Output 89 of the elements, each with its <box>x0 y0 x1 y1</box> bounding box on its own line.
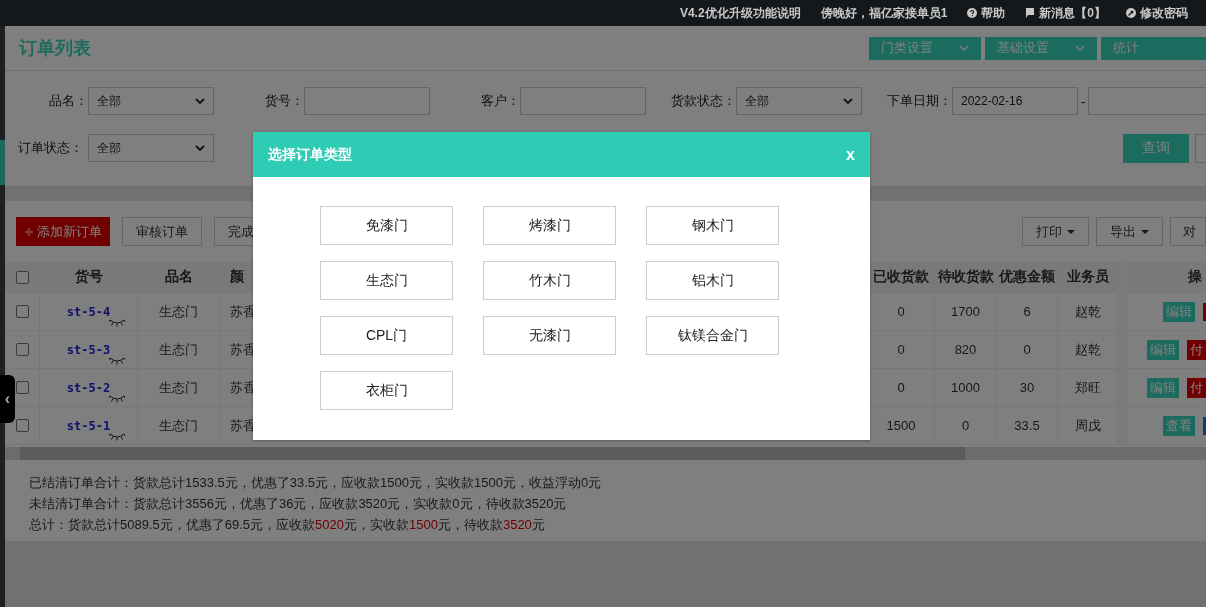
column-header: 业务员 <box>1058 262 1118 292</box>
table-cell: 1700 <box>935 293 997 330</box>
action-button[interactable]: 付 <box>1187 339 1206 360</box>
filter-label: 货号： <box>264 92 304 110</box>
action-button[interactable] <box>1203 302 1206 321</box>
order-link[interactable]: st-5-3 <box>66 342 111 357</box>
table-cell: 赵乾 <box>1058 293 1118 330</box>
table-cell: 1000 <box>935 369 997 406</box>
table-cell: 赵乾 <box>1058 331 1118 368</box>
input-field[interactable] <box>304 87 430 115</box>
table-cell: 30 <box>997 369 1058 406</box>
order-type-button[interactable]: CPL门 <box>320 316 453 355</box>
action-button[interactable] <box>1203 416 1206 435</box>
column-header: 优惠金额 <box>997 262 1058 292</box>
date-field[interactable] <box>1088 87 1206 115</box>
table-cell: 820 <box>935 331 997 368</box>
column-header: 品名 <box>138 262 220 292</box>
top-bar-link[interactable]: V4.2优化升级功能说明 <box>679 4 801 22</box>
closed-eye-icon <box>109 319 125 327</box>
checkbox[interactable] <box>15 381 29 394</box>
order-type-button[interactable]: 铝木门 <box>646 261 779 300</box>
order-type-button[interactable]: 钛镁合金门 <box>646 316 779 355</box>
summary-text: 已结清订单合计：货款总计1533.5元，优惠了33.5元，应收款1500元，实收款1500元，收益浮动0元 <box>29 474 603 492</box>
checkbox[interactable] <box>15 343 29 356</box>
select-field[interactable]: 全部 <box>88 134 214 162</box>
select-field[interactable]: 全部 <box>88 87 214 115</box>
chevron-icon <box>195 145 205 151</box>
order-type-button[interactable]: 无漆门 <box>483 316 616 355</box>
filter-label: 品名： <box>48 92 88 110</box>
order-type-button[interactable]: 钢木门 <box>646 206 779 245</box>
toolbar-button[interactable]: 对 <box>1170 217 1206 246</box>
help-icon <box>967 8 978 18</box>
toolbar-button[interactable]: 添加新订单 <box>16 217 110 246</box>
button[interactable] <box>1195 133 1206 163</box>
order-type-button[interactable]: 竹木门 <box>483 261 616 300</box>
order-link[interactable]: st-5-1 <box>66 418 111 433</box>
closed-eye-icon <box>109 433 125 441</box>
top-bar-link[interactable]: 新消息【0】 <box>1025 4 1106 22</box>
order-type-button[interactable]: 免漆门 <box>320 206 453 245</box>
table-cell: 周戊 <box>1058 407 1118 444</box>
top-bar-link[interactable]: 帮助 <box>967 4 1006 22</box>
scrollbar[interactable] <box>5 447 1206 460</box>
modal-title: 选择订单类型 <box>268 145 352 164</box>
filter-label: 下单日期： <box>886 92 952 110</box>
column-header: 操 <box>1118 262 1206 292</box>
date-separator: - <box>1081 93 1086 109</box>
toolbar-button[interactable]: 导出 <box>1096 217 1163 246</box>
chevron-icon <box>195 98 205 104</box>
plus-icon <box>24 226 34 237</box>
select-field[interactable]: 全部 <box>736 87 862 115</box>
order-link[interactable]: st-5-4 <box>66 304 111 319</box>
input-field[interactable] <box>520 87 646 115</box>
summary-text: 总计：货款总计5089.5元，优惠了69.5元，应收款5020元，实收款1500元，待收款3520元 <box>29 516 546 534</box>
checkbox[interactable] <box>15 419 29 432</box>
toolbar-button[interactable]: 打印 <box>1022 217 1089 246</box>
order-link[interactable]: st-5-2 <box>66 380 111 395</box>
table-cell: 生态门 <box>138 331 220 368</box>
key-icon <box>1126 8 1136 18</box>
closed-eye-icon <box>109 395 125 403</box>
filter-label: 客户： <box>480 92 520 110</box>
filter-label: 货款状态： <box>670 92 736 110</box>
sidebar-toggle[interactable]: ‹ <box>0 375 15 423</box>
top-bar-link[interactable]: 傍晚好，福亿家接单员1 <box>820 4 948 22</box>
top-bar-link[interactable]: 修改密码 <box>1126 4 1188 22</box>
table-cell: 生态门 <box>138 407 220 444</box>
table-cell: 0 <box>935 407 997 444</box>
checkbox[interactable] <box>15 305 29 318</box>
summary-text: 未结清订单合计：货款总计3556元，优惠了36元，应收款3520元，实收款0元，待收款3520元 <box>29 495 568 513</box>
table-cell: 6 <box>997 293 1058 330</box>
table-cell: 生态门 <box>138 293 220 330</box>
toolbar-button[interactable]: 审核订单 <box>122 217 202 246</box>
checkbox[interactable] <box>15 270 29 284</box>
chevron-icon <box>843 98 853 104</box>
order-type-button[interactable]: 烤漆门 <box>483 206 616 245</box>
closed-eye-icon <box>109 357 125 365</box>
column-header: 货号 <box>40 262 138 292</box>
table-cell: 郑旺 <box>1058 369 1118 406</box>
order-type-button[interactable]: 衣柜门 <box>320 371 453 410</box>
table-cell: 生态门 <box>138 369 220 406</box>
filter-label: 订单状态： <box>18 139 84 157</box>
table-cell: 0 <box>997 331 1058 368</box>
page-title: 订单列表 <box>19 37 91 60</box>
table-cell: 33.5 <box>997 407 1058 444</box>
flag-icon <box>1025 8 1036 18</box>
action-button[interactable]: 付 <box>1187 377 1206 398</box>
order-type-button[interactable]: 生态门 <box>320 261 453 300</box>
column-header: 待收货款 <box>935 262 997 292</box>
date-field[interactable]: 2022-02-16 <box>952 87 1078 115</box>
scrollbar-thumb[interactable] <box>20 447 965 460</box>
